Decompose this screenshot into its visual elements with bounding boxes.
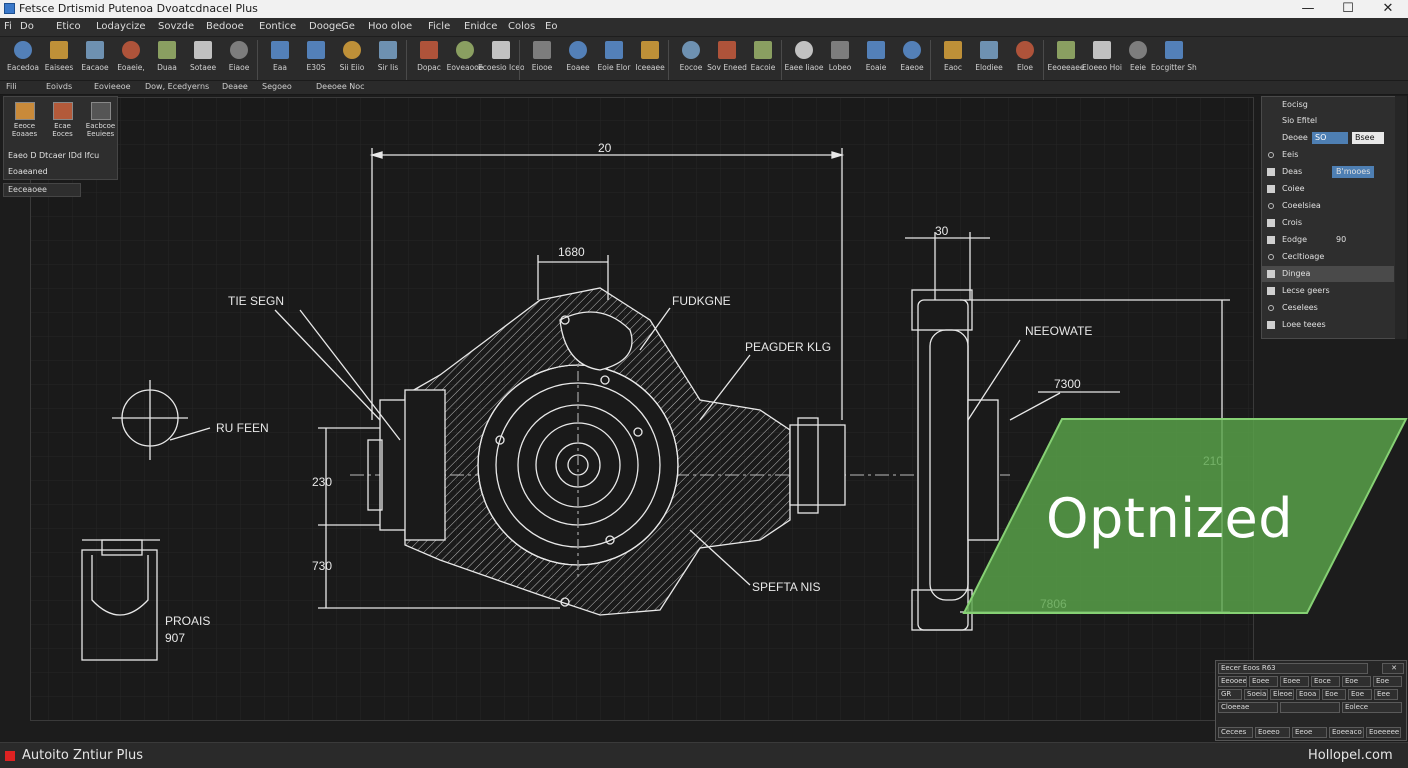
palette-icon — [53, 102, 73, 120]
property-value[interactable]: 90 — [1332, 234, 1350, 246]
property-label: Coiee — [1282, 184, 1305, 193]
callout-label: NEEOWATE — [1025, 324, 1092, 338]
palette-icon — [91, 102, 111, 120]
layer-icon — [1267, 219, 1275, 227]
dim-top: 20 — [598, 141, 612, 155]
property-row[interactable]: Lecse geers — [1262, 283, 1394, 299]
property-row[interactable]: Eodge 90 — [1262, 232, 1394, 248]
table-cell[interactable]: Eoeeo — [1255, 727, 1290, 738]
layer-icon — [1267, 270, 1275, 278]
callout-label: RU FEEN — [216, 421, 269, 435]
field-value[interactable]: SO — [1312, 132, 1348, 144]
dim-left-v1: 230 — [312, 475, 332, 489]
table-cell[interactable]: Eoeeeee — [1366, 727, 1401, 738]
panel-subheader: Sio Efitel — [1282, 116, 1318, 125]
command-table: Eecer Eoos R63 ✕ Eeooee Eoee Eoee Eoce Eoe Eo… — [1215, 660, 1407, 741]
field-row: Deoee SO Bsee — [1262, 130, 1394, 146]
callout-label: TIE SEGN — [228, 294, 284, 308]
property-label: Ceselees — [1282, 303, 1318, 312]
table-cell[interactable]: Eeoe — [1292, 727, 1327, 738]
property-label: Crois — [1282, 218, 1302, 227]
table-title: Eecer Eoos R63 — [1218, 663, 1368, 674]
callout-label: PEAGDER KLG — [745, 340, 831, 354]
property-value[interactable]: B'mooes — [1332, 166, 1375, 178]
table-cell[interactable]: Eoeeaco — [1329, 727, 1364, 738]
status-icon — [5, 751, 15, 761]
layer-icon — [1267, 321, 1275, 329]
table-cell[interactable]: Eoe — [1348, 689, 1372, 700]
dim-left-v2: 730 — [312, 559, 332, 573]
table-cell[interactable]: Cecees — [1218, 727, 1253, 738]
property-row[interactable]: Deas B'mooes — [1262, 164, 1394, 180]
property-label: Coeelsiea — [1282, 201, 1321, 210]
radio-icon — [1268, 305, 1274, 311]
properties-panel: Eocisg Sio Efitel Deoee SO Bsee Eeis Deas… — [1261, 96, 1407, 339]
callout-label: PROAIS — [165, 614, 210, 628]
table-cell[interactable] — [1280, 702, 1340, 713]
callout-label: FUDKGNE — [672, 294, 731, 308]
close-icon[interactable]: ✕ — [1382, 663, 1404, 674]
property-label: Lecse geers — [1282, 286, 1330, 295]
status-app-name: Autoito Zntiur Plus — [22, 748, 144, 763]
callout-label: SPEFTA NIS — [752, 580, 820, 594]
layer-icon — [1267, 287, 1275, 295]
radio-icon — [1268, 203, 1274, 209]
palette-button[interactable]: Eeoce Eoaaes — [8, 100, 41, 144]
property-label: Eeis — [1282, 150, 1299, 159]
table-cell[interactable]: Eoce — [1311, 676, 1340, 687]
layer-icon — [1267, 168, 1275, 176]
property-row[interactable]: Ceselees — [1262, 300, 1394, 316]
panel-scrollbar[interactable] — [1395, 96, 1407, 339]
tool-palette: Eeoce Eoaaes Ecae Eoces Eacbcoe Eeuiees … — [3, 96, 118, 180]
palette-row[interactable]: Eaeo D Dtcaer IDd Ifcu — [4, 149, 117, 162]
dim-right-mid: 7300 — [1054, 377, 1081, 391]
property-label: Deas — [1282, 167, 1303, 176]
layer-icon — [1267, 185, 1275, 193]
table-cell[interactable]: Eoe — [1342, 676, 1371, 687]
dim-hub: 1680 — [558, 245, 585, 259]
property-label: Cecltioage — [1282, 252, 1325, 261]
palette-row[interactable]: Eoaeaned — [4, 165, 117, 178]
optimized-label: Optnized — [1046, 487, 1294, 550]
palette-button[interactable]: Ecae Eoces — [46, 100, 79, 144]
table-cell[interactable]: GR — [1218, 689, 1242, 700]
property-label: Loee teees — [1282, 320, 1326, 329]
property-row[interactable]: Coeelsiea — [1262, 198, 1394, 214]
layer-icon — [1267, 236, 1275, 244]
dim-right-top: 30 — [935, 224, 949, 238]
field-value[interactable]: Bsee — [1352, 132, 1384, 144]
cad-drawing: 20 1680 30 7300 230 730 210 7806 907 TIE… — [31, 98, 1253, 720]
dim-inset: 907 — [165, 631, 185, 645]
table-cell[interactable]: Cloeeae — [1218, 702, 1278, 713]
property-label: Eodge — [1282, 235, 1308, 244]
radio-icon — [1268, 254, 1274, 260]
table-cell[interactable]: Eoee — [1249, 676, 1278, 687]
table-cell[interactable]: Soeia — [1244, 689, 1268, 700]
table-cell[interactable]: Eooa — [1296, 689, 1320, 700]
status-site: Hollopel.com — [1308, 748, 1393, 763]
palette-button[interactable]: Eacbcoe Eeuiees — [84, 100, 117, 144]
panel-header: Eocisg — [1282, 100, 1308, 109]
property-row[interactable]: Cecltioage — [1262, 249, 1394, 265]
table-cell[interactable]: Eoe — [1322, 689, 1346, 700]
table-cell[interactable]: Eeooee — [1218, 676, 1247, 687]
palette-icon — [15, 102, 35, 120]
table-cell[interactable]: Eolece — [1342, 702, 1402, 713]
property-row[interactable]: Crois — [1262, 215, 1394, 231]
table-cell[interactable]: Eoee — [1280, 676, 1309, 687]
table-cell[interactable]: Eoe — [1373, 676, 1402, 687]
layer-selector[interactable]: Eeceaoee — [3, 183, 81, 197]
property-row[interactable]: Dingea — [1262, 266, 1394, 282]
property-row[interactable]: Coiee — [1262, 181, 1394, 197]
field-label: Deoee — [1282, 133, 1308, 142]
table-cell[interactable]: Eleoe — [1270, 689, 1294, 700]
status-bar: Autoito Zntiur Plus Hollopel.com — [0, 742, 1408, 768]
property-label: Dingea — [1282, 269, 1311, 278]
table-cell[interactable]: Eee — [1374, 689, 1398, 700]
property-row[interactable]: Loee teees — [1262, 317, 1394, 333]
radio-icon — [1268, 152, 1274, 158]
property-row[interactable]: Eeis — [1262, 147, 1394, 163]
